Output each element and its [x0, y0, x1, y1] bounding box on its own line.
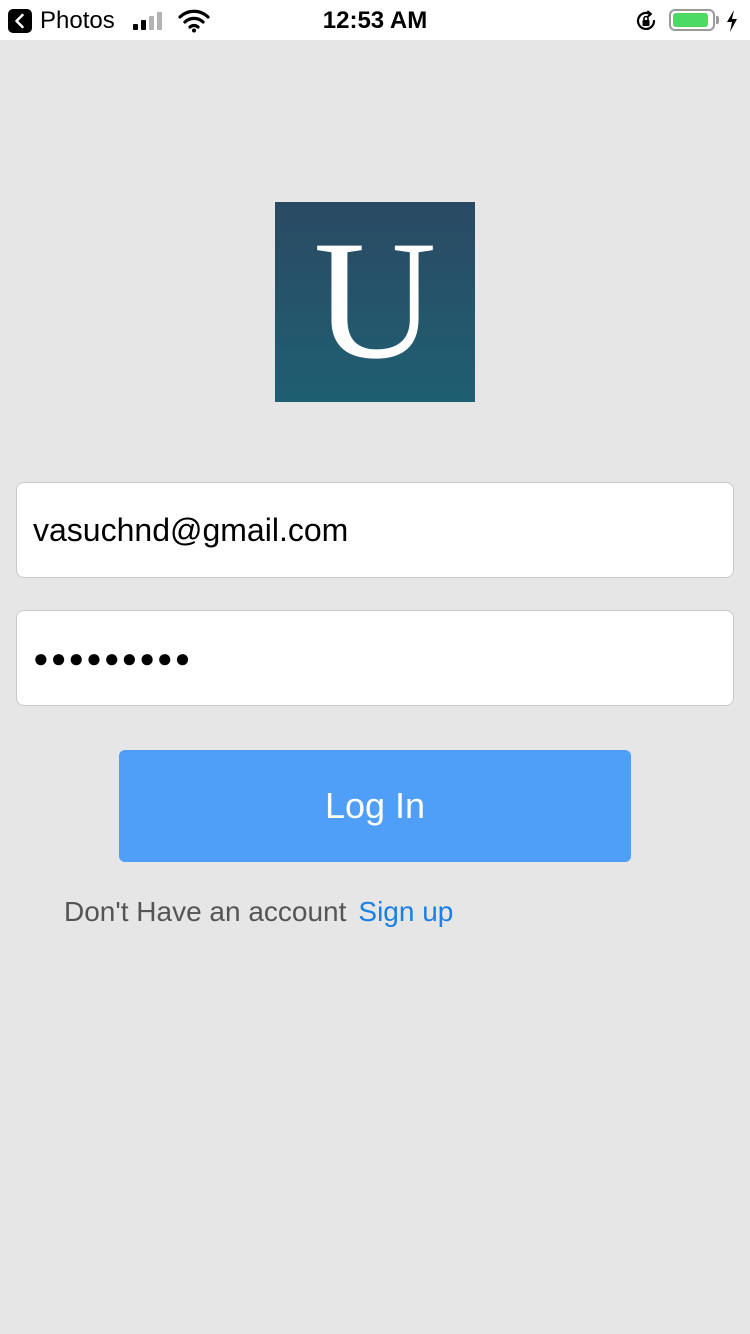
email-field[interactable]: vasuchnd@gmail.com	[16, 482, 734, 578]
email-value: vasuchnd@gmail.com	[33, 512, 349, 548]
battery-cap	[716, 16, 719, 24]
password-value: ●●●●●●●●●	[33, 643, 193, 673]
app-logo: U	[275, 202, 475, 402]
battery-level-fill	[673, 13, 708, 27]
signup-prompt: Don't Have an account	[64, 896, 347, 927]
charging-bolt-icon	[727, 10, 737, 32]
battery-icon	[669, 9, 715, 31]
password-field[interactable]: ●●●●●●●●●	[16, 610, 734, 706]
signup-link[interactable]: Sign up	[358, 896, 453, 927]
signup-row: Don't Have an account Sign up	[64, 892, 453, 932]
login-button[interactable]: Log In	[119, 750, 631, 862]
orientation-lock-icon	[636, 10, 656, 30]
logo-letter: U	[313, 206, 437, 394]
status-bar: Photos 12:53 AM	[0, 0, 750, 40]
